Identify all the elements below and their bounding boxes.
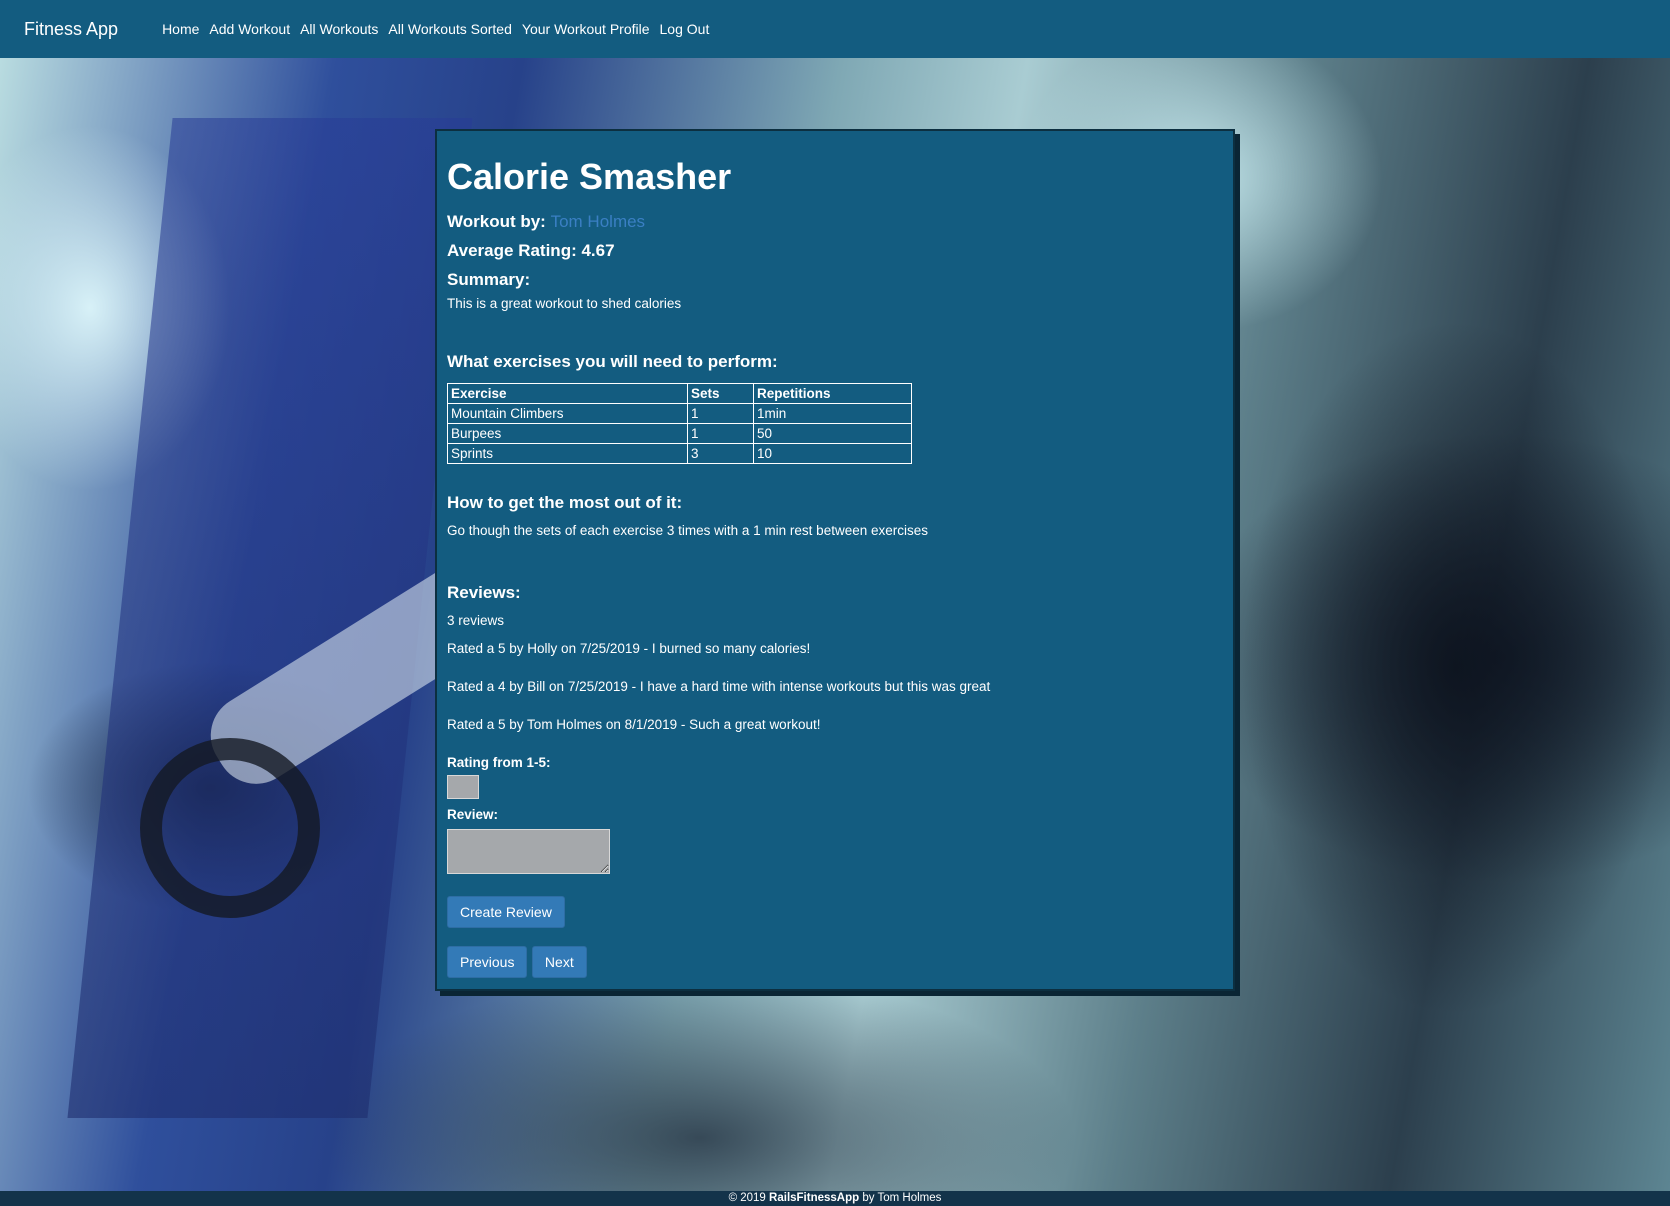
header-sets: Sets [687, 382, 754, 404]
author-link[interactable]: Tom Holmes [551, 212, 645, 231]
nav-all-workouts-sorted[interactable]: All Workouts Sorted [388, 21, 511, 37]
review-form: Rating from 1-5: Review: Create Review [447, 753, 1223, 928]
nav-workout-profile[interactable]: Your Workout Profile [522, 21, 650, 37]
cell-exercise: Mountain Climbers [447, 402, 688, 424]
exercise-table: Exercise Sets Repetitions Mountain Climb… [447, 382, 912, 464]
author-label: Workout by: [447, 211, 546, 231]
workout-panel: Calorie Smasher Workout by: Tom Holmes A… [435, 129, 1235, 991]
nav-home[interactable]: Home [162, 21, 199, 37]
summary-text: This is a great workout to shed calories [447, 295, 682, 311]
previous-button[interactable]: Previous [447, 945, 528, 978]
reviews-heading: Reviews: [447, 582, 521, 602]
rating-value: 4.67 [581, 240, 615, 260]
cell-repetitions: 10 [753, 442, 912, 464]
review-item: Rated a 5 by Tom Holmes on 8/1/2019 - Su… [447, 716, 821, 732]
table-row: Sprints 3 10 [447, 442, 912, 464]
next-button[interactable]: Next [531, 945, 587, 978]
footer-copyright: © 2019 [728, 1192, 766, 1204]
cell-exercise: Sprints [447, 442, 688, 464]
cell-repetitions: 1min [753, 402, 912, 424]
table-row: Mountain Climbers 1 1min [447, 402, 912, 424]
tips-text: Go though the sets of each exercise 3 ti… [447, 522, 928, 538]
exercises-heading: What exercises you will need to perform: [447, 351, 778, 371]
footer-author: by Tom Holmes [862, 1192, 942, 1204]
review-item: Rated a 4 by Bill on 7/25/2019 - I have … [447, 678, 991, 694]
summary-label: Summary: [447, 269, 531, 289]
rating-input[interactable] [447, 774, 479, 799]
table-row: Burpees 1 50 [447, 422, 912, 444]
nav-add-workout[interactable]: Add Workout [209, 21, 290, 37]
background-dumbbells [1240, 318, 1670, 1018]
rating-label: Average Rating: [447, 240, 577, 260]
table-header-row: Exercise Sets Repetitions [447, 382, 912, 404]
review-item: Rated a 5 by Holly on 7/25/2019 - I burn… [447, 640, 811, 656]
review-textarea[interactable] [447, 828, 610, 874]
navbar: Fitness App Home Add Workout All Workout… [0, 0, 1670, 58]
cell-sets: 3 [687, 442, 754, 464]
brand-link[interactable]: Fitness App [24, 19, 118, 40]
cell-repetitions: 50 [753, 422, 912, 444]
review-input-label: Review: [447, 806, 499, 822]
create-review-button[interactable]: Create Review [447, 895, 565, 928]
nav-log-out[interactable]: Log Out [660, 21, 710, 37]
footer: © 2019 RailsFitnessApp by Tom Holmes [0, 1191, 1670, 1206]
background-weight-plate [140, 738, 320, 918]
header-exercise: Exercise [447, 382, 688, 404]
review-count: 3 reviews [447, 612, 505, 628]
cell-sets: 1 [687, 422, 754, 444]
workout-title: Calorie Smasher [447, 156, 732, 197]
workout-author-line: Workout by: Tom Holmes [447, 207, 1223, 236]
footer-app-name: RailsFitnessApp [769, 1192, 860, 1204]
cell-sets: 1 [687, 402, 754, 424]
tips-heading: How to get the most out of it: [447, 492, 683, 512]
cell-exercise: Burpees [447, 422, 688, 444]
nav-all-workouts[interactable]: All Workouts [300, 21, 378, 37]
pager: Previous Next [447, 945, 1223, 978]
rating-input-label: Rating from 1-5: [447, 754, 551, 770]
average-rating-line: Average Rating: 4.67 [447, 236, 1223, 265]
header-repetitions: Repetitions [753, 382, 912, 404]
